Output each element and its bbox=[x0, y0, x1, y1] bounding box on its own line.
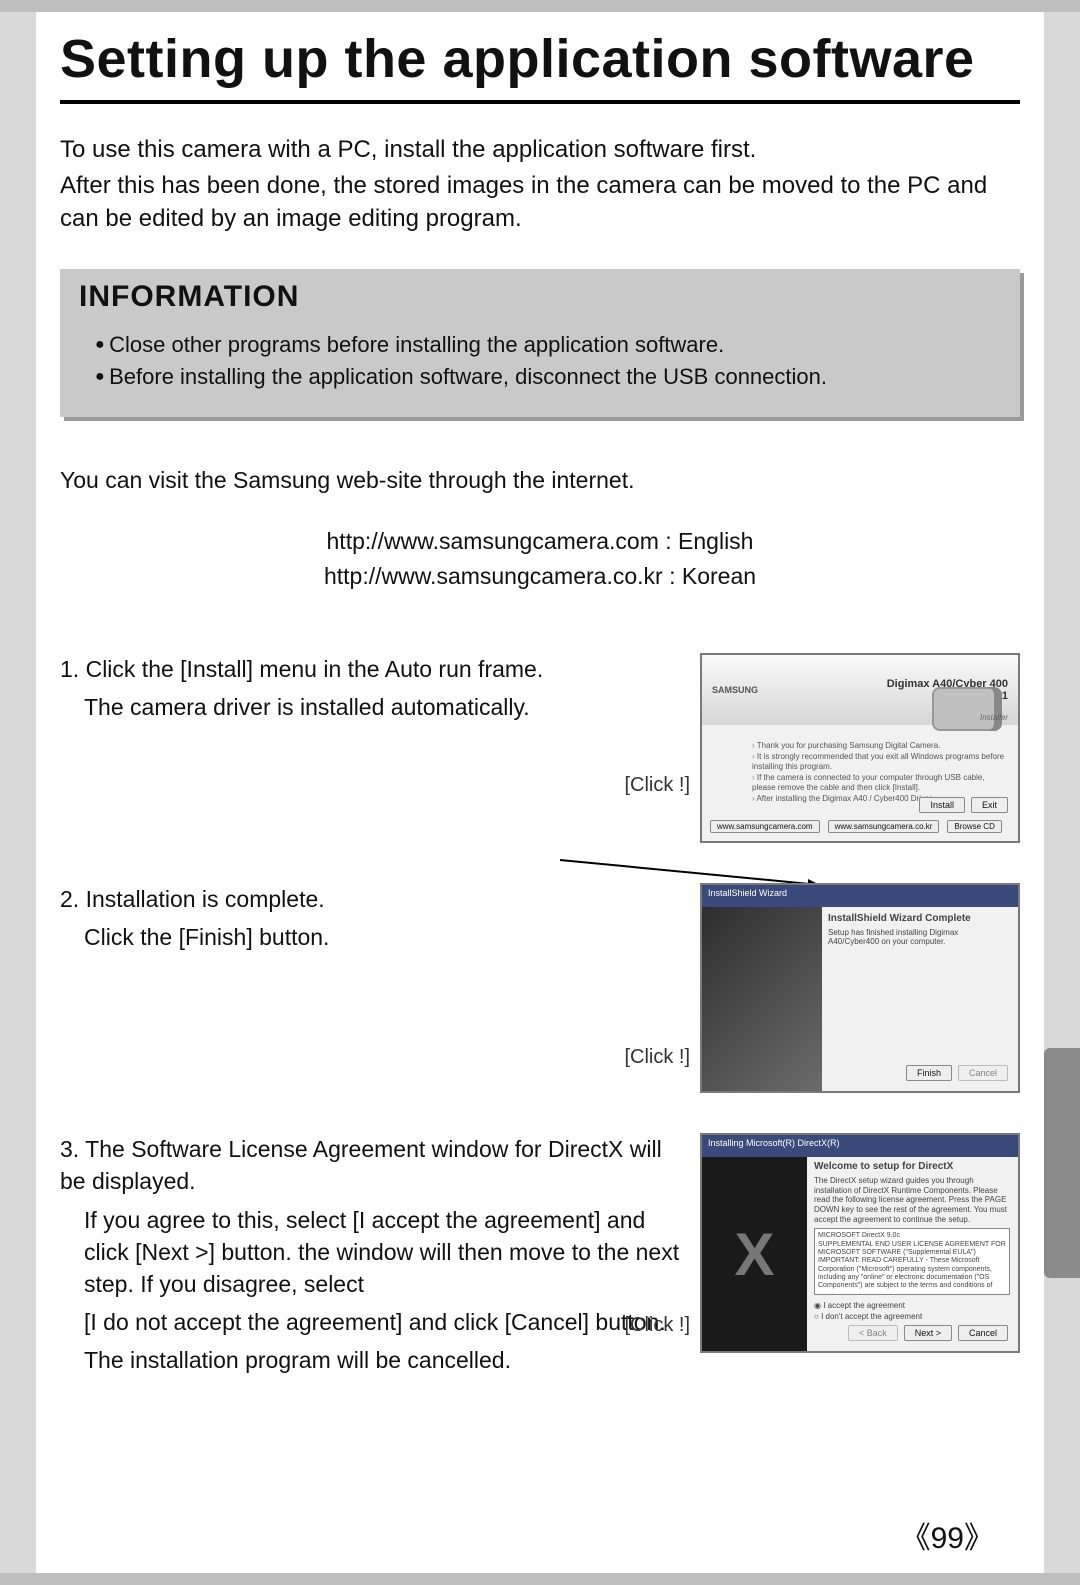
installer-note: If the camera is connected to your compu… bbox=[752, 773, 1008, 793]
click-label: [Click !] bbox=[624, 771, 690, 799]
step-text: The camera driver is installed automatic… bbox=[60, 691, 680, 723]
footer-link[interactable]: www.samsungcamera.com bbox=[710, 820, 820, 833]
installer-badge: Installer bbox=[980, 713, 1008, 722]
wizard-heading: InstallShield Wizard Complete bbox=[828, 913, 1010, 924]
install-button[interactable]: Install bbox=[919, 797, 965, 813]
screenshot-installer: SAMSUNG Digimax A40/Cyber 400 KENOX Q1 I… bbox=[700, 653, 1020, 843]
step-number: 3. bbox=[60, 1136, 79, 1162]
next-button[interactable]: Next > bbox=[904, 1325, 952, 1341]
information-box: INFORMATION Close other programs before … bbox=[60, 269, 1020, 417]
step-text: Installation is complete. bbox=[86, 886, 325, 912]
finish-button[interactable]: Finish bbox=[906, 1065, 952, 1081]
page-side-tab bbox=[1044, 1048, 1080, 1278]
cancel-button[interactable]: Cancel bbox=[958, 1325, 1008, 1341]
click-label: [Click !] bbox=[624, 1311, 690, 1339]
step-text: The Software License Agreement window fo… bbox=[60, 1136, 662, 1194]
eula-line: IMPORTANT: READ CAREFULLY - These Micros… bbox=[818, 1257, 1006, 1291]
decline-radio[interactable]: I don't accept the agreement bbox=[814, 1312, 1010, 1321]
back-button: < Back bbox=[848, 1325, 898, 1341]
exit-button[interactable]: Exit bbox=[971, 797, 1008, 813]
website-lead: You can visit the Samsung web-site throu… bbox=[60, 467, 1020, 494]
step-text: If you agree to this, select [I accept t… bbox=[60, 1204, 680, 1301]
intro-paragraph: To use this camera with a PC, install th… bbox=[60, 134, 1020, 235]
screenshot-directx-license: Installing Microsoft(R) DirectX(R) X Wel… bbox=[700, 1133, 1020, 1353]
step-text: Click the [Finish] button. bbox=[60, 921, 680, 953]
eula-line: MICROSOFT DirectX 9.0c bbox=[818, 1232, 1006, 1240]
camera-icon bbox=[932, 687, 1002, 731]
website-link-kr: http://www.samsungcamera.co.kr : Korean bbox=[60, 559, 1020, 594]
page-title: Setting up the application software bbox=[60, 28, 1020, 104]
installer-note: It is strongly recommended that you exit… bbox=[752, 752, 1008, 772]
step-text: [I do not accept the agreement] and clic… bbox=[60, 1306, 680, 1338]
footer-link[interactable]: www.samsungcamera.co.kr bbox=[828, 820, 940, 833]
step-text: Click the [Install] menu in the Auto run… bbox=[86, 656, 544, 682]
directx-x-icon: X bbox=[702, 1157, 807, 1351]
accept-radio[interactable]: I accept the agreement bbox=[814, 1301, 1010, 1310]
click-label: [Click !] bbox=[624, 1043, 690, 1071]
information-bullet: Before installing the application softwa… bbox=[95, 364, 985, 390]
wizard-sidebar-graphic bbox=[702, 907, 822, 1091]
wizard-text: The DirectX setup wizard guides you thro… bbox=[814, 1176, 1010, 1224]
information-bullet: Close other programs before installing t… bbox=[95, 332, 985, 358]
window-titlebar: InstallShield Wizard bbox=[702, 885, 1018, 907]
website-link-en: http://www.samsungcamera.com : English bbox=[60, 524, 1020, 559]
intro-line: To use this camera with a PC, install th… bbox=[60, 134, 1020, 166]
window-titlebar: Installing Microsoft(R) DirectX(R) bbox=[702, 1135, 1018, 1157]
screenshot-install-complete: InstallShield Wizard InstallShield Wizar… bbox=[700, 883, 1020, 1093]
wizard-heading: Welcome to setup for DirectX bbox=[814, 1161, 1010, 1172]
step-number: 1. bbox=[60, 656, 79, 682]
step-text: The installation program will be cancell… bbox=[60, 1344, 680, 1376]
browse-cd-button[interactable]: Browse CD bbox=[947, 820, 1001, 833]
cancel-button: Cancel bbox=[958, 1065, 1008, 1081]
intro-line: After this has been done, the stored ima… bbox=[60, 170, 1020, 235]
eula-line: SUPPLEMENTAL END USER LICENSE AGREEMENT … bbox=[818, 1241, 1006, 1258]
step-number: 2. bbox=[60, 886, 79, 912]
wizard-text: Setup has finished installing Digimax A4… bbox=[828, 928, 1010, 946]
information-heading: INFORMATION bbox=[61, 270, 1019, 322]
installer-note: Thank you for purchasing Samsung Digital… bbox=[752, 741, 1008, 751]
installer-brand: SAMSUNG bbox=[712, 685, 758, 695]
page-number: 《99》 bbox=[901, 1513, 994, 1557]
